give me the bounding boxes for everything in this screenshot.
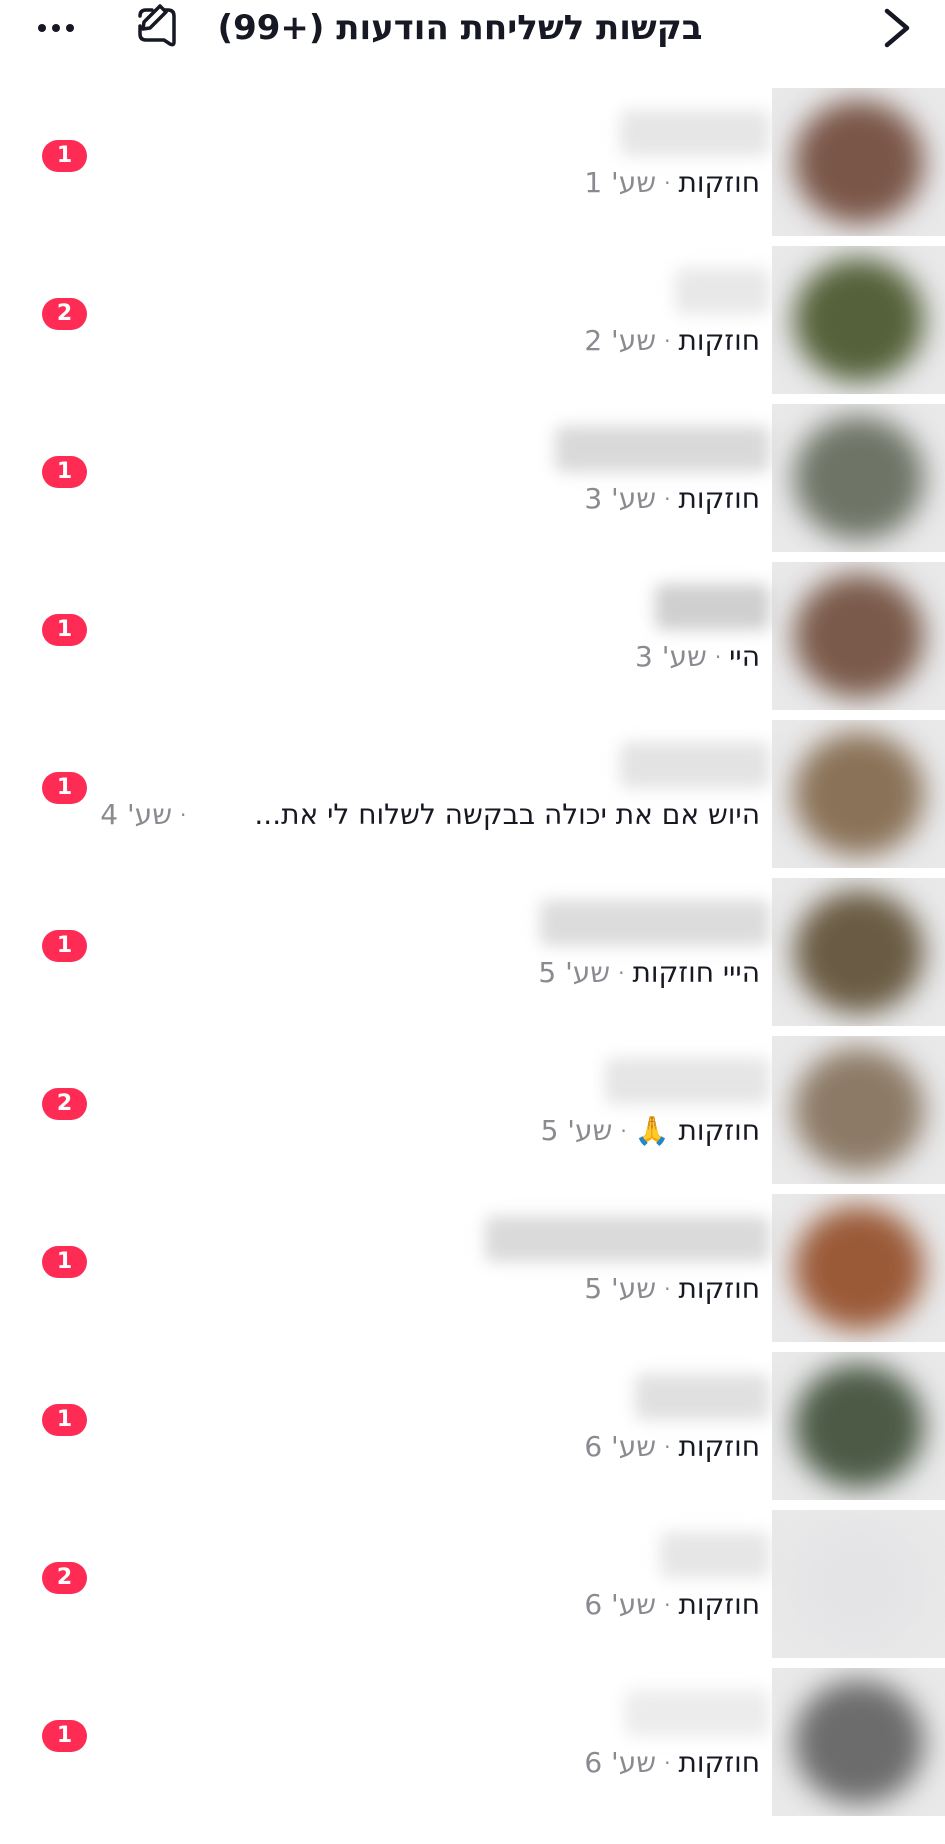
top-bar: בקשות לשליחת הודעות (+99) <box>0 0 945 70</box>
more-options-icon[interactable] <box>38 13 88 43</box>
message-preview: היוש אם את יכולה בבקשה לשלוח לי את... · שע… <box>100 794 760 836</box>
sender-name-blurred <box>625 1690 770 1736</box>
sender-name-blurred <box>655 584 770 630</box>
message-text: חוזקות <box>678 166 760 199</box>
message-preview: היי · שע' 3 <box>635 636 760 678</box>
timestamp: שע' 3 <box>635 640 707 673</box>
timestamp: שע' 5 <box>584 1272 657 1305</box>
timestamp: שע' 4 <box>100 798 173 831</box>
message-text: חוזקות <box>678 1746 760 1779</box>
message-text: חוזקות <box>678 482 760 515</box>
message-text: חוזקות <box>678 1430 760 1463</box>
message-request-row[interactable]: היוש אם את יכולה בבקשה לשלוח לי את... · שע… <box>0 720 945 870</box>
sender-name-blurred <box>675 268 770 314</box>
avatar[interactable] <box>772 1036 945 1184</box>
sender-name-blurred <box>605 1058 770 1104</box>
timestamp: שע' 6 <box>584 1588 657 1621</box>
message-request-row[interactable]: חוזקות · שע' 1 1 <box>0 88 945 238</box>
sender-name-blurred <box>485 1216 770 1262</box>
avatar[interactable] <box>772 1352 945 1500</box>
message-request-row[interactable]: חוזקות · שע' 2 2 <box>0 246 945 396</box>
timestamp: שע' 6 <box>584 1746 657 1779</box>
unread-count-badge: 2 <box>42 1562 87 1594</box>
timestamp: שע' 6 <box>584 1430 657 1463</box>
message-request-row[interactable]: חוזקות · שע' 5 1 <box>0 1194 945 1344</box>
separator-dot: · <box>664 1593 671 1617</box>
avatar[interactable] <box>772 878 945 1026</box>
avatar[interactable] <box>772 1510 945 1658</box>
message-preview: חוזקות · שע' 1 <box>584 162 760 204</box>
separator-dot: · <box>664 487 671 511</box>
page-title: בקשות לשליחת הודעות (+99) <box>217 8 703 48</box>
sender-name-blurred <box>620 110 770 156</box>
message-request-row[interactable]: חוזקות · שע' 3 1 <box>0 404 945 554</box>
avatar[interactable] <box>772 404 945 552</box>
separator-dot: · <box>664 1751 671 1775</box>
avatar[interactable] <box>772 720 945 868</box>
unread-count-badge: 1 <box>42 456 87 488</box>
message-request-row[interactable]: חוזקות · שע' 6 2 <box>0 1510 945 1660</box>
separator-dot: · <box>664 1435 671 1459</box>
separator-dot: · <box>664 1277 671 1301</box>
separator-dot: · <box>618 961 625 985</box>
compose-message-icon[interactable] <box>130 2 182 54</box>
unread-count-badge: 2 <box>42 298 87 330</box>
avatar[interactable] <box>772 562 945 710</box>
unread-count-badge: 1 <box>42 1246 87 1278</box>
message-request-row[interactable]: היי · שע' 3 1 <box>0 562 945 712</box>
message-text: חוזקות <box>678 1588 760 1621</box>
sender-name-blurred <box>540 900 770 946</box>
separator-dot: · <box>664 329 671 353</box>
message-text: חוזקות <box>678 324 760 357</box>
message-request-row[interactable]: הייי חוזקות · שע' 5 1 <box>0 878 945 1028</box>
message-request-row[interactable]: חוזקות · שע' 6 1 <box>0 1352 945 1502</box>
avatar[interactable] <box>772 1668 945 1816</box>
unread-count-badge: 1 <box>42 772 87 804</box>
timestamp: שע' 5 <box>540 1114 613 1147</box>
message-preview: חוזקות · שע' 3 <box>584 478 760 520</box>
message-preview: חוזקות · שע' 6 <box>584 1584 760 1626</box>
message-preview: הייי חוזקות · שע' 5 <box>538 952 760 994</box>
message-request-row[interactable]: חוזקות · שע' 6 1 <box>0 1668 945 1818</box>
message-preview: חוזקות · שע' 2 <box>584 320 760 362</box>
timestamp: שע' 5 <box>538 956 611 989</box>
separator-dot: · <box>714 645 722 669</box>
unread-count-badge: 2 <box>42 1088 87 1120</box>
message-text: היוש אם את יכולה בבקשה לשלוח לי את... <box>254 798 760 831</box>
unread-count-badge: 1 <box>42 614 87 646</box>
message-request-row[interactable]: חוזקות 🙏 · שע' 5 2 <box>0 1036 945 1186</box>
message-preview: חוזקות 🙏 · שע' 5 <box>541 1110 760 1152</box>
unread-count-badge: 1 <box>42 1404 87 1436</box>
timestamp: שע' 2 <box>584 324 657 357</box>
unread-count-badge: 1 <box>42 930 87 962</box>
message-text: היי <box>729 640 760 673</box>
separator-dot: · <box>620 1119 627 1143</box>
message-preview: חוזקות · שע' 5 <box>584 1268 760 1310</box>
sender-name-blurred <box>620 742 770 788</box>
avatar[interactable] <box>772 88 945 236</box>
avatar[interactable] <box>772 1194 945 1342</box>
unread-count-badge: 1 <box>42 1720 87 1752</box>
timestamp: שע' 3 <box>584 482 657 515</box>
timestamp: שע' 1 <box>584 166 657 199</box>
separator-dot: · <box>664 171 671 195</box>
sender-name-blurred <box>555 426 770 472</box>
separator-dot: · <box>180 803 187 827</box>
message-text: חוזקות 🙏 <box>634 1114 760 1147</box>
message-preview: חוזקות · שע' 6 <box>584 1742 760 1784</box>
avatar[interactable] <box>772 246 945 394</box>
chevron-back-icon[interactable] <box>877 5 921 51</box>
sender-name-blurred <box>635 1374 770 1420</box>
message-text: חוזקות <box>678 1272 760 1305</box>
unread-count-badge: 1 <box>42 140 87 172</box>
message-text: הייי חוזקות <box>632 956 761 989</box>
message-preview: חוזקות · שע' 6 <box>584 1426 760 1468</box>
sender-name-blurred <box>660 1532 770 1578</box>
